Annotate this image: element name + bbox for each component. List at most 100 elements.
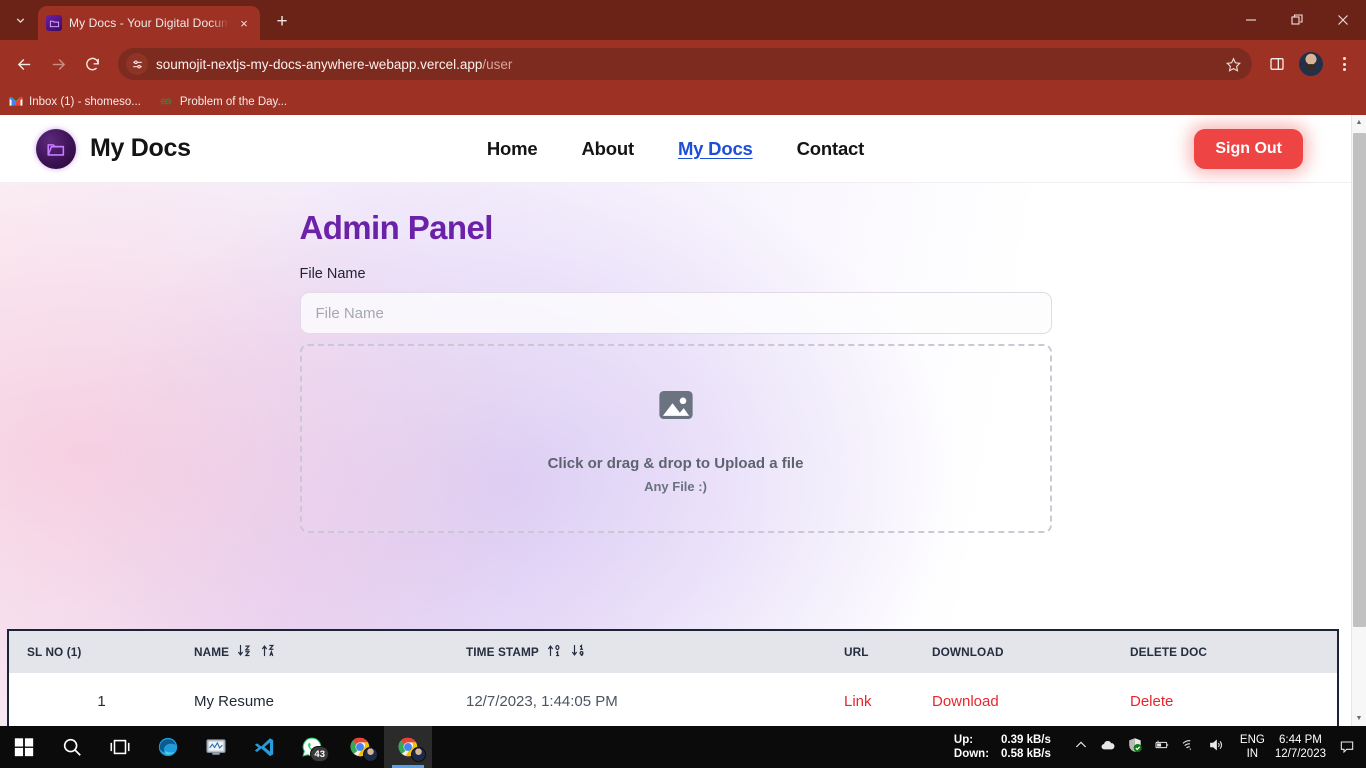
site-navbar: My Docs Home About My Docs Contact Sign … <box>0 115 1351 183</box>
arrow-down-1-9-icon[interactable] <box>571 643 587 661</box>
page-body: My Docs Home About My Docs Contact Sign … <box>0 115 1351 726</box>
clock[interactable]: 6:44 PM 12/7/2023 <box>1273 733 1332 761</box>
link-url[interactable]: Link <box>844 693 872 710</box>
start-button[interactable] <box>0 726 48 768</box>
arrow-up-z-a-icon[interactable] <box>262 643 277 661</box>
notification-icon[interactable] <box>1332 726 1362 768</box>
windows-security-shield-icon[interactable] <box>1127 737 1143 758</box>
column-sl-no: SL NO (1) <box>9 631 194 673</box>
column-download: DOWNLOAD <box>932 631 1130 673</box>
chrome-button[interactable] <box>336 726 384 768</box>
folder-logo-icon <box>36 128 76 169</box>
column-label: URL <box>844 645 869 659</box>
whatsapp-badge: 43 <box>310 746 329 762</box>
arrow-down-a-z-icon[interactable] <box>238 643 253 661</box>
file-name-input[interactable] <box>299 292 1052 334</box>
system-monitor-button[interactable] <box>192 726 240 768</box>
scrollbar-thumb[interactable] <box>1353 133 1366 627</box>
cell-sl-no: 1 <box>97 693 106 710</box>
task-view-button[interactable] <box>96 726 144 768</box>
brand-name: My Docs <box>90 134 191 162</box>
windows-taskbar: 43 Up: Down: 0.39 kB/s 0.58 kB/s ENG IN … <box>0 726 1366 768</box>
tab-title: My Docs - Your Digital Docume <box>69 16 229 30</box>
bookmarks-bar: Inbox (1) - shomeso... Problem of the Da… <box>0 88 1366 115</box>
browser-toolbar: soumojit-nextjs-my-docs-anywhere-webapp.… <box>0 40 1366 88</box>
site-nav-links: Home About My Docs Contact <box>0 138 1351 160</box>
documents-table: SL NO (1) NAME TIME STAMP URL DOWNLOAD D… <box>7 629 1339 726</box>
admin-panel: Admin Panel File Name Click or drag & dr… <box>299 183 1052 533</box>
battery-icon[interactable] <box>1154 737 1170 758</box>
chrome-active-button[interactable] <box>384 726 432 768</box>
folder-icon <box>46 15 62 31</box>
dropzone-main-text: Click or drag & drop to Upload a file <box>547 454 804 472</box>
page-scrollbar[interactable]: ▲ ▼ <box>1351 115 1366 726</box>
page-title: Admin Panel <box>299 209 494 246</box>
three-dots-icon[interactable] <box>1330 49 1358 79</box>
link-delete[interactable]: Delete <box>1130 693 1173 710</box>
language-line-1: ENG <box>1239 734 1265 746</box>
wifi-icon[interactable] <box>1181 737 1197 758</box>
download-value: 0.58 kB/s <box>1001 748 1051 760</box>
nav-link-contact[interactable]: Contact <box>797 138 865 160</box>
taskbar-items: 43 <box>0 726 432 768</box>
profile-avatar[interactable] <box>1299 52 1323 76</box>
cell-delete: Delete <box>1130 673 1337 726</box>
cell-name: My Resume <box>194 693 275 710</box>
arrow-up-0-1-icon[interactable] <box>547 643 563 661</box>
image-placeholder-icon <box>655 384 697 426</box>
nav-link-home[interactable]: Home <box>487 138 538 160</box>
tray-icons <box>1065 737 1232 758</box>
chrome-profile-avatar <box>363 747 378 762</box>
upload-value: 0.39 kB/s <box>1001 734 1051 746</box>
taskbar-tray: Up: Down: 0.39 kB/s 0.58 kB/s ENG IN 6:4… <box>954 726 1366 768</box>
nav-link-my-docs[interactable]: My Docs <box>678 138 753 160</box>
volume-icon[interactable] <box>1208 737 1224 758</box>
sign-out-button[interactable]: Sign Out <box>1194 129 1303 169</box>
table-header-row: SL NO (1) NAME TIME STAMP URL DOWNLOAD D… <box>9 631 1337 673</box>
download-label: Down: <box>953 748 990 760</box>
link-download[interactable]: Download <box>932 693 999 710</box>
search-button[interactable] <box>48 726 96 768</box>
dropzone-sub-text: Any File :) <box>644 478 707 494</box>
table-row: 1 My Resume 12/7/2023, 1:44:05 PM Link D… <box>9 673 1337 726</box>
scroll-up-arrow-icon[interactable]: ▲ <box>1352 115 1366 130</box>
forward-arrow-icon[interactable] <box>42 48 74 80</box>
cell-time-stamp: 12/7/2023, 1:44:05 PM <box>466 693 618 710</box>
side-panel-icon[interactable] <box>1262 49 1292 79</box>
back-arrow-icon[interactable] <box>8 48 40 80</box>
column-name: NAME <box>194 631 466 673</box>
network-speed: Up: Down: 0.39 kB/s 0.58 kB/s <box>954 734 1051 760</box>
tab-search-button[interactable] <box>6 6 34 34</box>
whatsapp-button[interactable]: 43 <box>288 726 336 768</box>
close-icon[interactable] <box>1320 0 1366 40</box>
browser-window: My Docs - Your Digital Docume × + soumoj… <box>0 0 1366 726</box>
star-icon[interactable] <box>1220 51 1246 77</box>
minimize-icon[interactable] <box>1228 0 1274 40</box>
bookmark-problem-of-the-day[interactable]: Problem of the Day... <box>159 94 287 109</box>
edge-button[interactable] <box>144 726 192 768</box>
close-icon[interactable]: × <box>236 15 252 31</box>
main-content: Admin Panel File Name Click or drag & dr… <box>0 183 1351 726</box>
bookmark-label: Problem of the Day... <box>179 95 288 108</box>
cell-url: Link <box>844 673 932 726</box>
restore-icon[interactable] <box>1274 0 1320 40</box>
brand[interactable]: My Docs <box>36 128 191 169</box>
file-name-label: File Name <box>299 266 366 282</box>
url-text: soumojit-nextjs-my-docs-anywhere-webapp.… <box>156 56 513 72</box>
address-bar[interactable]: soumojit-nextjs-my-docs-anywhere-webapp.… <box>118 48 1252 80</box>
column-url: URL <box>844 631 932 673</box>
tune-icon[interactable] <box>126 53 148 75</box>
chevron-up-icon[interactable] <box>1073 737 1089 758</box>
onedrive-cloud-icon[interactable] <box>1100 737 1116 758</box>
nav-link-about[interactable]: About <box>582 138 635 160</box>
reload-icon[interactable] <box>76 48 108 80</box>
language-indicator[interactable]: ENG IN <box>1232 733 1273 761</box>
browser-tab[interactable]: My Docs - Your Digital Docume × <box>38 6 260 40</box>
column-label: DOWNLOAD <box>932 645 1004 659</box>
file-dropzone[interactable]: Click or drag & drop to Upload a file An… <box>299 344 1052 533</box>
scroll-down-arrow-icon[interactable]: ▼ <box>1352 711 1366 726</box>
vscode-button[interactable] <box>240 726 288 768</box>
bookmark-label: Inbox (1) - shomeso... <box>29 95 141 108</box>
new-tab-button[interactable]: + <box>268 8 296 36</box>
bookmark-inbox[interactable]: Inbox (1) - shomeso... <box>8 94 141 109</box>
